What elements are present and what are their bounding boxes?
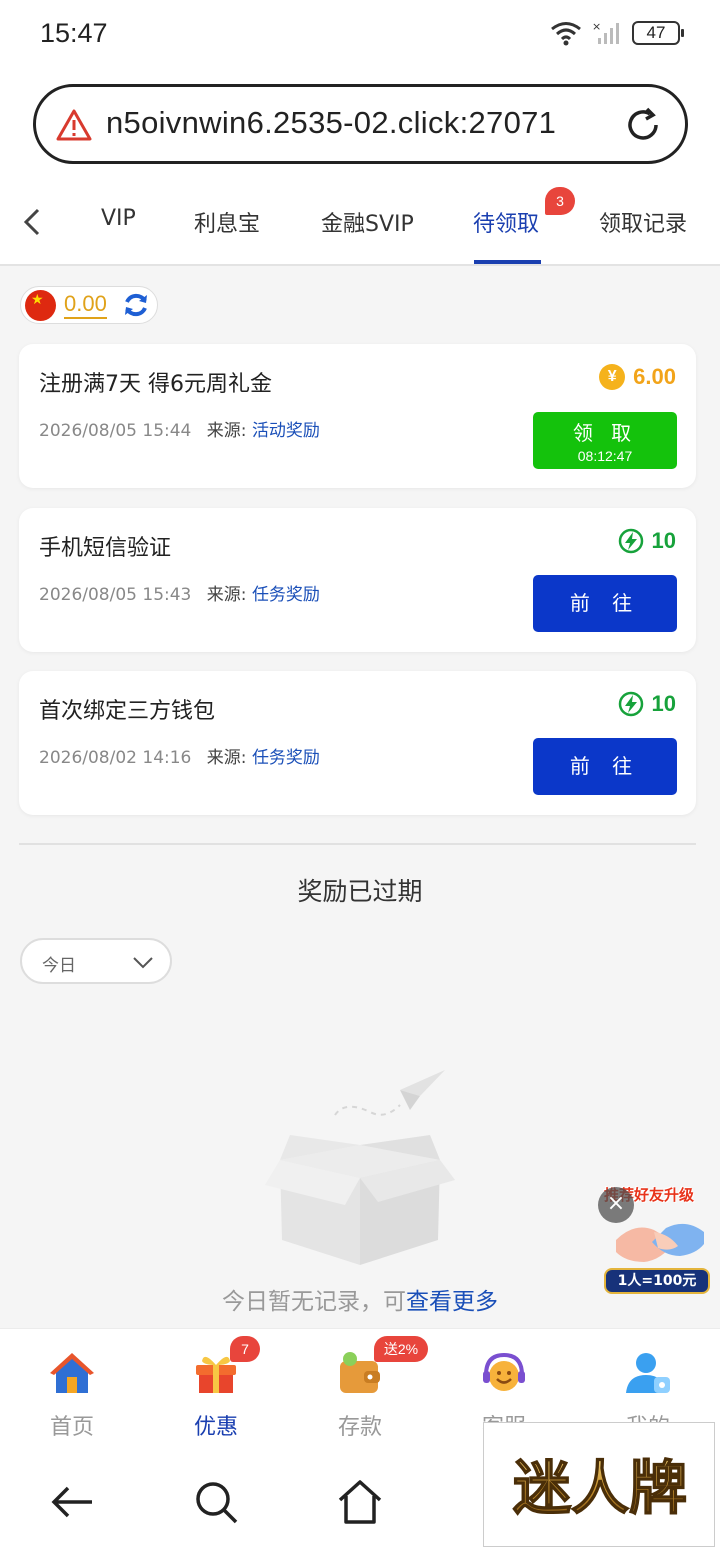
battery-icon: 47 — [632, 21, 684, 45]
address-bar[interactable]: n5oivnwin6.2535-02.click:27071 — [33, 84, 688, 164]
reward-date: 2026/08/02 14:16 — [39, 748, 192, 768]
source-label: 来源: — [206, 748, 247, 768]
tab-vip[interactable]: VIP — [101, 206, 136, 231]
status-icons: × 47 — [550, 20, 684, 46]
tab-pending[interactable]: 待领取 — [473, 206, 539, 238]
reward-card: 手机短信验证 2026/08/05 15:43 来源: 任务奖励 10 前 往 — [19, 508, 696, 652]
browser-toolbar: n5oivnwin6.2535-02.click:27071 — [0, 70, 720, 182]
reward-source: 任务奖励 — [251, 585, 320, 605]
reward-date: 2026/08/05 15:44 — [39, 421, 192, 441]
status-time: 15:47 — [40, 18, 108, 48]
home-outline-icon[interactable] — [336, 1478, 384, 1526]
view-more-link[interactable]: 查看更多 — [406, 1289, 498, 1315]
cellular-signal-icon: × — [592, 20, 619, 44]
promotions-badge: 7 — [230, 1336, 260, 1362]
claim-countdown: 08:12:47 — [577, 448, 633, 464]
balance-value[interactable]: 0.00 — [64, 291, 107, 319]
reward-title: 手机短信验证 — [39, 536, 172, 561]
expired-section-title: 奖励已过期 — [297, 877, 423, 906]
watermark-text: 迷人牌 — [513, 1454, 687, 1522]
reward-title: 注册满7天 得6元周礼金 — [39, 372, 272, 397]
wifi-icon — [551, 22, 581, 46]
reward-amount: 10 — [618, 528, 676, 554]
reward-card: 首次绑定三方钱包 2026/08/02 14:16 来源: 任务奖励 10 前 … — [19, 671, 696, 815]
handshake-icon — [616, 1223, 704, 1262]
svg-text:×: × — [592, 20, 601, 33]
claim-button[interactable]: 领 取 08:12:47 — [533, 412, 677, 469]
lightning-icon — [618, 528, 643, 554]
warning-icon[interactable] — [56, 107, 92, 143]
nav-promotions-label: 优惠 — [193, 1415, 238, 1440]
reload-icon[interactable] — [623, 105, 663, 145]
reward-amount-value: 10 — [651, 528, 676, 553]
reward-meta: 2026/08/02 14:16 来源: 任务奖励 — [39, 743, 320, 768]
reward-date: 2026/08/05 15:43 — [39, 585, 192, 605]
active-tab-indicator — [474, 260, 541, 264]
date-filter-value: 今日 — [42, 956, 76, 976]
empty-box-illustration — [265, 1070, 455, 1265]
chevron-left-icon[interactable] — [18, 206, 46, 238]
reward-amount-value: 10 — [651, 691, 676, 716]
tab-interest[interactable]: 利息宝 — [194, 206, 260, 238]
reward-card: 注册满7天 得6元周礼金 2026/08/05 15:44 来源: 活动奖励 ¥… — [19, 344, 696, 488]
tab-finance-svip[interactable]: 金融SVIP — [321, 206, 414, 238]
referral-promo-widget[interactable]: 推荐好友升级 × 1人=100元 — [596, 1182, 716, 1302]
source-label: 来源: — [206, 421, 247, 441]
lightning-icon — [618, 691, 643, 717]
date-filter-select[interactable]: 今日 — [20, 938, 172, 984]
support-icon — [483, 1352, 525, 1391]
go-button[interactable]: 前 往 — [533, 575, 677, 632]
status-bar: 15:47 × 47 — [0, 0, 720, 70]
home-icon — [50, 1353, 94, 1393]
reward-tabs: VIP 利息宝 金融SVIP 待领取 领取记录 — [0, 182, 720, 266]
search-icon[interactable] — [192, 1478, 240, 1526]
refresh-icon[interactable] — [121, 290, 151, 320]
source-label: 来源: — [206, 585, 247, 605]
watermark-logo: 迷人牌 — [483, 1422, 715, 1547]
tab-claim-history[interactable]: 领取记录 — [599, 206, 687, 238]
nav-deposit-label: 存款 — [337, 1415, 382, 1440]
reward-source: 活动奖励 — [251, 421, 320, 441]
nav-home[interactable]: 首页 — [22, 1343, 122, 1443]
reward-title: 首次绑定三方钱包 — [39, 699, 216, 724]
deposit-bonus-badge: 送2% — [374, 1336, 428, 1362]
go-button[interactable]: 前 往 — [533, 738, 677, 795]
pending-count-badge: 3 — [545, 187, 575, 215]
yuan-coin-icon: ¥ — [599, 364, 626, 390]
claim-button-label: 领 取 — [572, 421, 638, 445]
balance-chip: ★ 0.00 — [20, 286, 158, 324]
empty-state-message: 今日暂无记录，可 — [222, 1289, 406, 1315]
china-flag-icon: ★ — [25, 290, 56, 321]
chevron-down-icon — [133, 957, 153, 969]
url-text[interactable]: n5oivnwin6.2535-02.click:27071 — [106, 105, 556, 141]
nav-home-label: 首页 — [49, 1415, 94, 1440]
reward-meta: 2026/08/05 15:44 来源: 活动奖励 — [39, 416, 320, 441]
section-divider — [19, 843, 696, 845]
reward-amount: 10 — [618, 691, 676, 717]
user-icon — [626, 1353, 670, 1393]
reward-amount-value: 6.00 — [633, 364, 676, 389]
promo-reward: 1人=100元 — [604, 1268, 710, 1294]
reward-amount: ¥ 6.00 — [599, 364, 676, 390]
back-arrow-icon[interactable] — [48, 1478, 96, 1526]
reward-source: 任务奖励 — [251, 748, 320, 768]
reward-meta: 2026/08/05 15:43 来源: 任务奖励 — [39, 580, 320, 605]
